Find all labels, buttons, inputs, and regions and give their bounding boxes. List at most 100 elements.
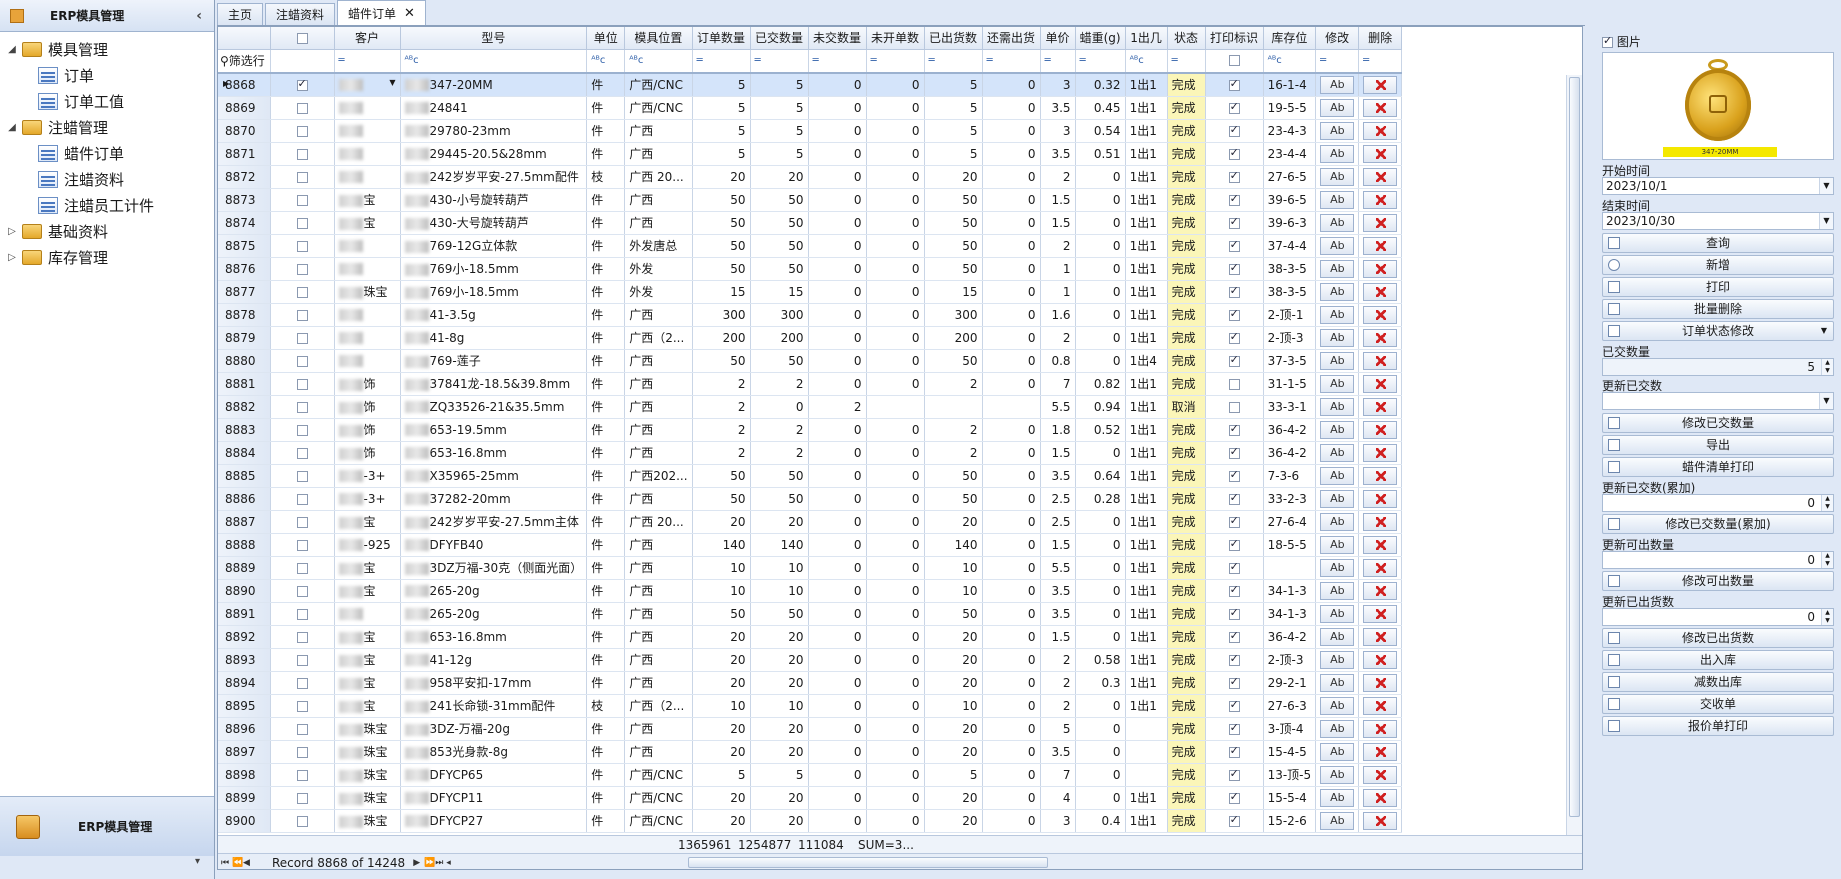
location-cell[interactable]: 广西 (624, 119, 693, 143)
row-checkbox[interactable] (296, 631, 308, 643)
undelivered-cell[interactable]: 0 (808, 349, 867, 373)
ratio-cell[interactable]: 1出1 (1125, 73, 1168, 97)
edit-cell[interactable] (1315, 395, 1360, 419)
unbilled-cell[interactable]: 0 (866, 165, 925, 189)
row-checkbox[interactable] (296, 77, 308, 91)
unit-cell[interactable]: 件 (586, 372, 626, 396)
filter-delivered[interactable]: ═ (750, 49, 809, 74)
stock-cell[interactable]: 2-顶-3 (1263, 326, 1317, 350)
wax-cell[interactable]: 0 (1075, 510, 1126, 534)
status-cell[interactable]: 完成 (1167, 234, 1206, 258)
print-flag-checkbox[interactable] (1228, 537, 1240, 551)
location-cell[interactable]: 广西 (624, 418, 693, 442)
unit-cell[interactable]: 枝 (586, 165, 626, 189)
edit-cell[interactable] (1315, 464, 1360, 488)
stock-cell[interactable]: 15-5-4 (1263, 786, 1317, 810)
location-cell[interactable]: 广西/CNC (624, 786, 693, 810)
status-cell[interactable]: 完成 (1167, 418, 1206, 442)
price-cell[interactable]: 3.5 (1040, 464, 1076, 488)
unit-cell[interactable]: 件 (586, 625, 626, 649)
stock-cell[interactable]: 33-3-1 (1263, 395, 1317, 419)
table-row[interactable]: 8875769-12G立体款件外发唐总505000500201出1完成37-4-… (218, 234, 1403, 258)
edit-cell[interactable] (1315, 280, 1360, 304)
order-qty-cell[interactable]: 50 (692, 234, 751, 258)
print-flag-cell[interactable] (1205, 280, 1264, 304)
stock-cell[interactable]: 36-4-2 (1263, 441, 1317, 465)
delivered-cell[interactable]: 20 (750, 648, 809, 672)
table-row[interactable]: 8894宝958平安扣-17mm件广西20200020020.31出1完成29-… (218, 671, 1403, 695)
unit-cell[interactable]: 件 (586, 234, 626, 258)
unit-cell[interactable]: 件 (586, 303, 626, 327)
customer-cell[interactable] (334, 349, 401, 373)
model-cell[interactable]: 653-16.8mm (400, 441, 588, 465)
print-flag-cell[interactable] (1205, 487, 1264, 511)
row-id[interactable]: 8883 (218, 418, 271, 442)
ratio-cell[interactable]: 1出1 (1125, 464, 1168, 488)
ratio-cell[interactable]: 1出1 (1125, 441, 1168, 465)
delivered-cell[interactable]: 20 (750, 740, 809, 764)
wax-cell[interactable]: 0 (1075, 280, 1126, 304)
ratio-cell[interactable]: 1出1 (1125, 671, 1168, 695)
model-cell[interactable]: DFYCP65 (400, 763, 588, 787)
delete-icon[interactable] (1363, 627, 1398, 646)
location-cell[interactable]: 外发 (624, 257, 693, 281)
wax-cell[interactable]: 0 (1075, 740, 1126, 764)
model-cell[interactable]: 37282-20mm (400, 487, 588, 511)
status-cell[interactable]: 完成 (1167, 349, 1206, 373)
row-id[interactable]: 8870 (218, 119, 271, 143)
delivered-cell[interactable]: 20 (750, 165, 809, 189)
customer-cell[interactable]: 珠宝 (334, 809, 401, 833)
wax-cell[interactable]: 0.64 (1075, 464, 1126, 488)
edit-cell[interactable] (1315, 326, 1360, 350)
table-row[interactable]: 8877珠宝769小-18.5mm件外发151500150101出1完成38-3… (218, 280, 1403, 304)
stock-cell[interactable]: 19-5-5 (1263, 96, 1317, 120)
delete-icon[interactable] (1363, 558, 1398, 577)
row-checkbox[interactable] (296, 286, 308, 298)
edit-icon[interactable] (1320, 351, 1355, 370)
ratio-cell[interactable]: 1出1 (1125, 533, 1168, 557)
scroll-left-icon[interactable]: ◂ (446, 858, 455, 868)
row-select-cell[interactable] (270, 648, 335, 672)
location-cell[interactable]: 广西202... (624, 464, 693, 488)
price-cell[interactable]: 2.5 (1040, 510, 1076, 534)
shipped-cell[interactable]: 5 (924, 96, 983, 120)
batch-delete-button[interactable]: 批量删除 (1602, 299, 1834, 319)
remaining-cell[interactable]: 0 (982, 349, 1041, 373)
table-row[interactable]: 8871 29445-20.5&28mm 件广西 5 5 0 0 5 0 3.5 0.51 1出1 完成… (218, 142, 1403, 166)
delete-cell[interactable] (1358, 188, 1403, 212)
location-cell[interactable]: 广西 (624, 487, 693, 511)
edit-cell[interactable] (1315, 763, 1360, 787)
row-select-cell[interactable] (270, 73, 335, 97)
model-cell[interactable]: 242岁岁平安-27.5mm主体 (400, 510, 588, 534)
table-row[interactable]: 8892宝653-16.8mm件广西2020002001.501出1完成36-4… (218, 625, 1403, 649)
wax-cell[interactable]: 0.54 (1075, 119, 1126, 143)
order-qty-cell[interactable]: 50 (692, 349, 751, 373)
edit-cell[interactable] (1315, 533, 1360, 557)
delivered-cell[interactable]: 50 (750, 349, 809, 373)
unbilled-cell[interactable]: 0 (866, 510, 925, 534)
shipped-cell[interactable]: 10 (924, 694, 983, 718)
undelivered-cell[interactable]: 0 (808, 625, 867, 649)
table-row[interactable]: 8890宝265-20g件广西1010001003.501出1完成34-1-3 (218, 579, 1403, 603)
order-qty-cell[interactable]: 20 (692, 809, 751, 833)
unit-cell[interactable]: 件 (586, 188, 626, 212)
col-header-model[interactable]: 型号 (400, 27, 588, 50)
status-cell[interactable]: 完成 (1167, 280, 1206, 304)
unbilled-cell[interactable]: 0 (866, 188, 925, 212)
shipped-cell[interactable]: 10 (924, 579, 983, 603)
stock-cell[interactable]: 13-顶-5 (1263, 763, 1317, 787)
row-id[interactable]: 8897 (218, 740, 271, 764)
unit-cell[interactable]: 件 (586, 280, 626, 304)
order-qty-cell[interactable]: 200 (692, 326, 751, 350)
print-flag-cell[interactable] (1205, 648, 1264, 672)
row-checkbox[interactable] (296, 194, 308, 206)
delivered-cell[interactable]: 2 (750, 418, 809, 442)
price-cell[interactable]: 2.5 (1040, 487, 1076, 511)
customer-cell[interactable] (334, 142, 401, 166)
add-button[interactable]: 新增 (1602, 255, 1834, 275)
edit-icon[interactable] (1320, 443, 1355, 462)
print-flag-checkbox[interactable] (1228, 721, 1240, 735)
row-select-cell[interactable] (270, 119, 335, 143)
ratio-cell[interactable]: 1出1 (1125, 786, 1168, 810)
status-cell[interactable]: 完成 (1167, 441, 1206, 465)
